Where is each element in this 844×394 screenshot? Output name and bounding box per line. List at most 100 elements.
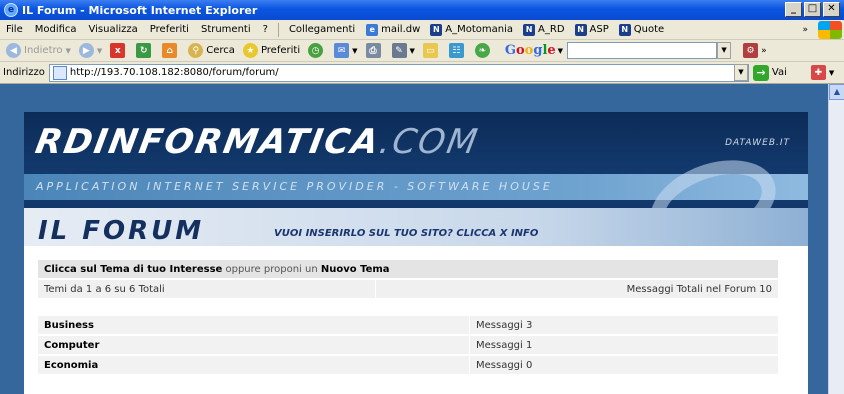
home-icon: ⌂: [162, 43, 178, 58]
category-message-count: Messaggi 1: [476, 339, 533, 351]
category-link[interactable]: Economia: [38, 356, 470, 374]
google-dropdown-button[interactable]: ▼: [717, 42, 732, 59]
search-button[interactable]: ⚲ Cerca: [184, 43, 239, 58]
new-topic-link[interactable]: Nuovo Tema: [321, 264, 390, 275]
messenger-button[interactable]: ☷: [445, 43, 471, 58]
address-bar: Indirizzo http://193.70.108.182:8080/for…: [0, 62, 844, 84]
search-icon: ⚲: [188, 43, 204, 58]
google-toolbar: Google ▼ ▼: [505, 42, 732, 59]
favorite-page-icon: N: [618, 23, 631, 36]
promo-link[interactable]: VUOI INSERIRLO SUL TUO SITO? CLICCA X IN…: [274, 228, 538, 239]
intro-connector: oppure proponi un: [222, 263, 321, 275]
link-quote[interactable]: N Quote: [614, 23, 669, 36]
link-asp-label: ASP: [589, 24, 609, 35]
site-banner[interactable]: RDINFORMATICA.COM DATAWEB.IT APPLICATION…: [24, 112, 808, 262]
google-options-button[interactable]: ⚙ »: [739, 43, 771, 58]
link-mail-dw[interactable]: e mail.dw: [361, 23, 425, 36]
standard-toolbar: ◀ Indietro ▼ ▶ ▼ x ↻ ⌂ ⚲ Cerca ★ Preferi…: [0, 40, 844, 62]
google-logo[interactable]: Google: [505, 43, 556, 58]
forward-button[interactable]: ▶ ▼: [75, 43, 106, 58]
star-icon: ★: [242, 43, 258, 58]
scroll-up-button[interactable]: ▲: [829, 84, 844, 100]
favorite-page-icon: N: [523, 23, 536, 36]
address-label: Indirizzo: [3, 67, 45, 78]
stop-button[interactable]: x: [106, 43, 132, 58]
refresh-icon: ↻: [136, 43, 152, 58]
address-input[interactable]: http://193.70.108.182:8080/forum/forum/ …: [48, 63, 749, 82]
favorite-page-icon: N: [430, 23, 443, 36]
favorite-page-icon: N: [574, 23, 587, 36]
refresh-button[interactable]: ↻: [132, 43, 158, 58]
menu-help[interactable]: ?: [257, 24, 274, 35]
site-logo-main: RDINFORMATICA: [32, 122, 384, 162]
menu-bar: File Modifica Visualizza Preferiti Strum…: [0, 20, 844, 40]
category-link[interactable]: Business: [38, 316, 470, 334]
forum-table: Clicca sul Tema di tuo Interesse oppure …: [38, 260, 778, 376]
forum-title: IL FORUM: [38, 216, 205, 246]
total-messages: Messaggi Totali nel Forum 10: [626, 283, 772, 295]
site-logo-suffix: .COM: [376, 122, 483, 162]
go-arrow-icon: →: [752, 64, 769, 81]
favorites-label: Preferiti: [260, 45, 301, 56]
history-icon: ◷: [308, 43, 324, 58]
back-label: Indietro: [24, 45, 63, 56]
folder-icon: ▭: [422, 43, 438, 58]
settings-icon: ⚙: [743, 43, 759, 58]
link-a-motomania[interactable]: N A_Motomania: [425, 23, 518, 36]
mail-icon: ✉: [334, 43, 350, 58]
chevron-down-icon: ▼: [65, 46, 71, 55]
menu-preferiti[interactable]: Preferiti: [144, 24, 195, 35]
page-viewport: RDINFORMATICA.COM DATAWEB.IT APPLICATION…: [0, 84, 828, 394]
window-title-bar: e IL Forum - Microsoft Internet Explorer…: [0, 0, 844, 20]
research-icon: ❧: [474, 43, 490, 58]
back-button[interactable]: ◀ Indietro ▼: [2, 43, 75, 58]
discuss-button[interactable]: ▭: [419, 43, 445, 58]
link-a-rd-label: A_RD: [538, 24, 565, 35]
menu-strumenti[interactable]: Strumenti: [195, 24, 257, 35]
print-button[interactable]: ⎙: [362, 43, 388, 58]
tools-icon: ✚: [810, 65, 826, 80]
menu-separator: [277, 22, 279, 37]
internet-explorer-icon: e: [4, 3, 18, 17]
window-controls: _ □ ✕: [785, 2, 840, 17]
table-row: Economia Messaggi 0: [38, 356, 778, 376]
vertical-scrollbar[interactable]: ▲: [828, 84, 844, 394]
forward-arrow-icon: ▶: [78, 43, 94, 58]
maximize-button[interactable]: □: [804, 2, 821, 17]
category-message-count: Messaggi 3: [476, 319, 533, 331]
menu-file[interactable]: File: [0, 24, 29, 35]
address-extra-button[interactable]: ✚ ▼: [807, 65, 838, 80]
research-button[interactable]: ❧: [471, 43, 497, 58]
edit-button[interactable]: ✎ ▼: [388, 43, 419, 58]
site-logo: RDINFORMATICA.COM: [32, 122, 482, 162]
minimize-button[interactable]: _: [785, 2, 802, 17]
messenger-icon: ☷: [448, 43, 464, 58]
menu-modifica[interactable]: Modifica: [29, 24, 83, 35]
forum-panel: Clicca sul Tema di tuo Interesse oppure …: [24, 246, 808, 394]
windows-logo-icon: [818, 21, 842, 39]
home-button[interactable]: ⌂: [158, 43, 184, 58]
chevron-more-icon[interactable]: »: [796, 25, 814, 35]
link-asp[interactable]: N ASP: [570, 23, 614, 36]
category-message-count: Messaggi 0: [476, 359, 533, 371]
link-a-rd[interactable]: N A_RD: [518, 23, 570, 36]
chevron-down-icon: ▼: [409, 46, 415, 55]
category-link[interactable]: Computer: [38, 336, 470, 354]
print-icon: ⎙: [365, 43, 381, 58]
google-search-input[interactable]: [567, 42, 718, 59]
link-quote-label: Quote: [633, 24, 665, 35]
mail-button[interactable]: ✉ ▼: [330, 43, 361, 58]
chevron-down-icon[interactable]: ▼: [558, 47, 563, 55]
edit-icon: ✎: [391, 43, 407, 58]
history-button[interactable]: ◷: [304, 43, 330, 58]
forum-totals-row: Temi da 1 a 6 su 6 Totali Messaggi Total…: [38, 280, 778, 300]
favorites-button[interactable]: ★ Preferiti: [239, 43, 304, 58]
address-url[interactable]: http://193.70.108.182:8080/forum/forum/: [70, 67, 734, 78]
page-icon: [52, 65, 67, 80]
address-dropdown-button[interactable]: ▼: [733, 64, 748, 81]
stop-icon: x: [110, 43, 126, 58]
menu-visualizza[interactable]: Visualizza: [83, 24, 144, 35]
close-button[interactable]: ✕: [823, 2, 840, 17]
go-button[interactable]: → Vai: [752, 64, 787, 81]
